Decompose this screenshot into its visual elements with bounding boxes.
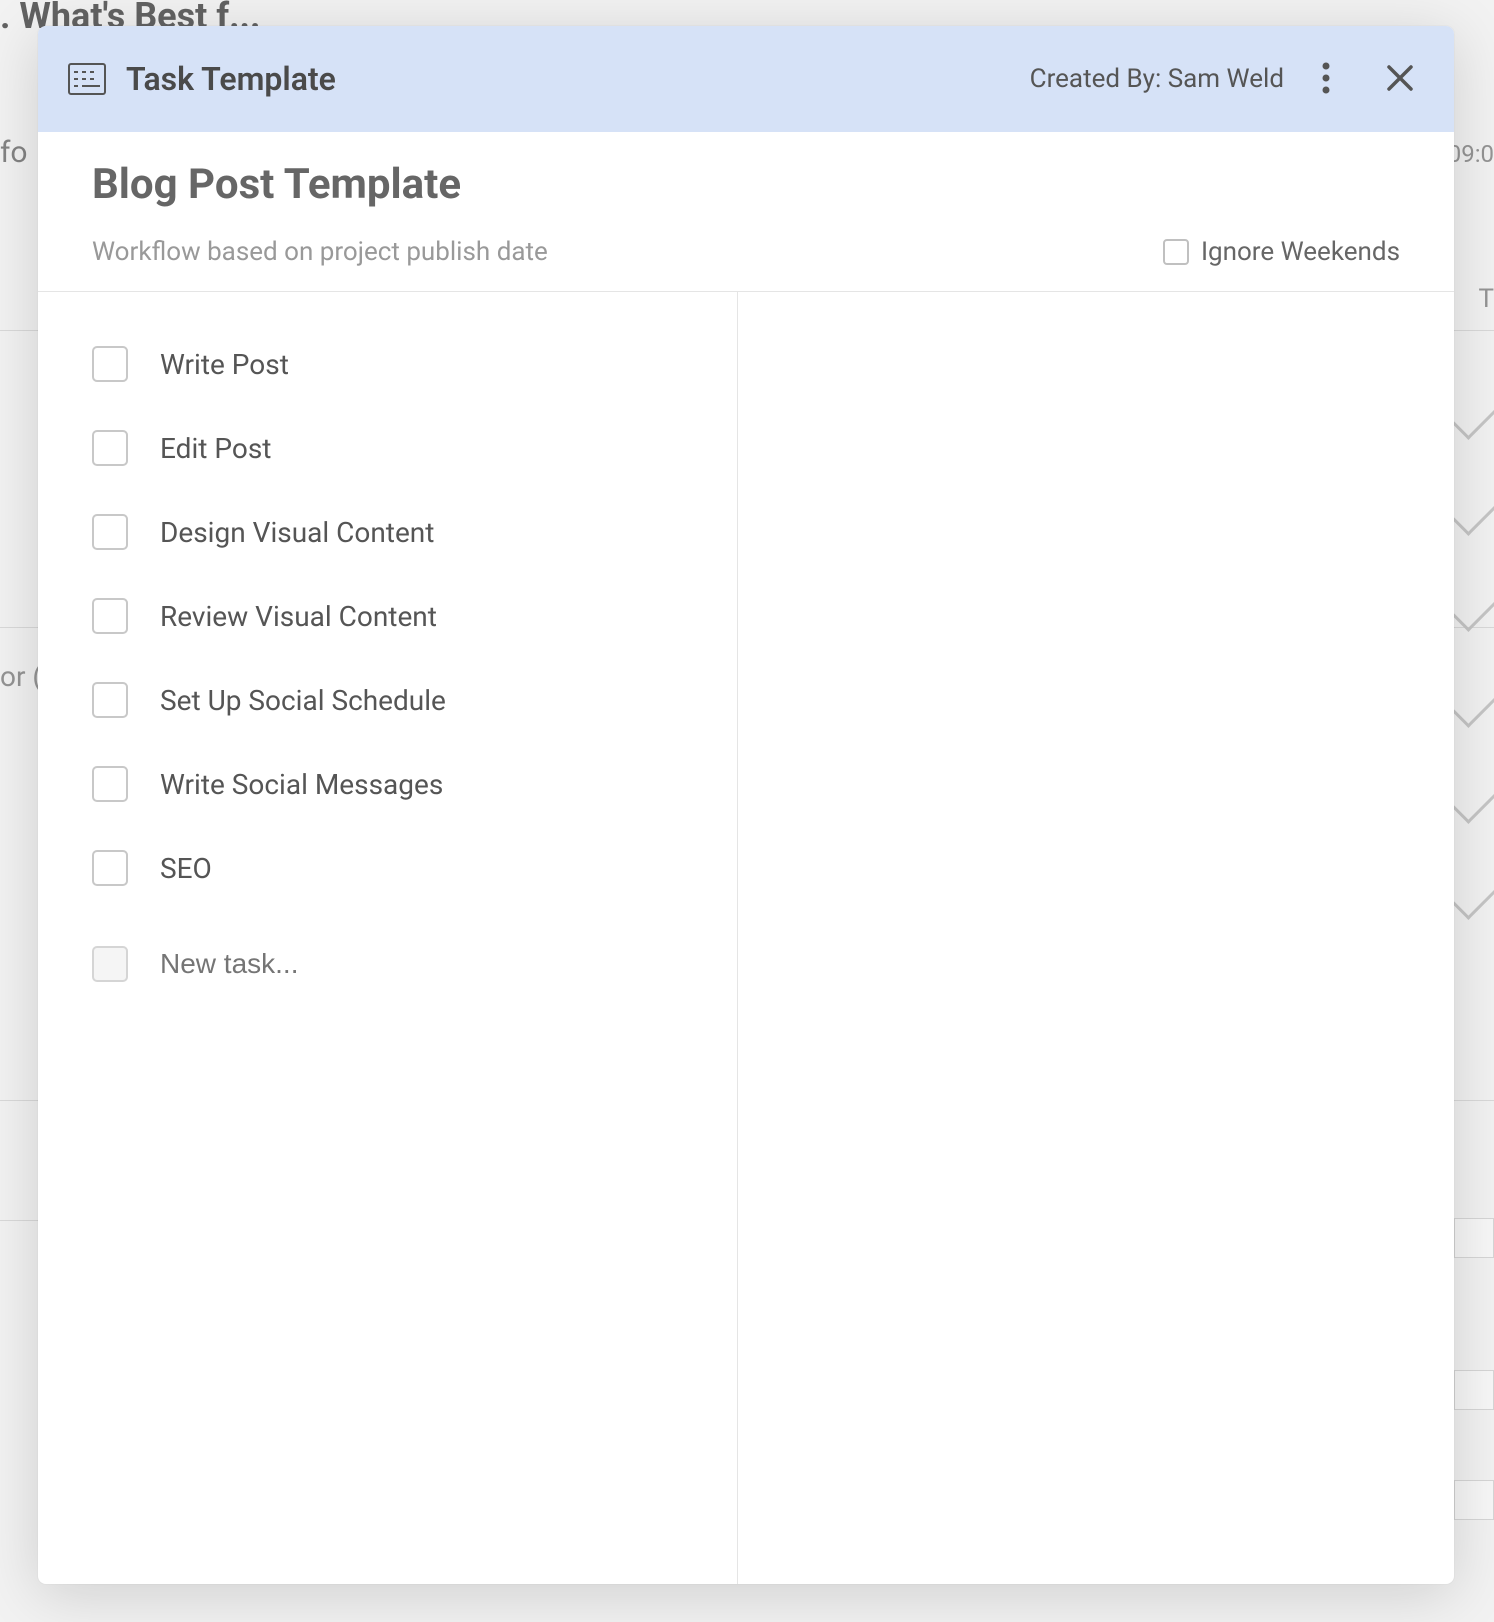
task-item[interactable]: Set Up Social Schedule bbox=[92, 658, 683, 742]
task-list: Write Post Edit Post Design Visual Conte… bbox=[38, 292, 738, 1584]
task-label: SEO bbox=[160, 852, 212, 885]
task-checkbox[interactable] bbox=[92, 346, 128, 382]
new-task-checkbox bbox=[92, 946, 128, 982]
task-item[interactable]: SEO bbox=[92, 826, 683, 910]
more-options-button[interactable] bbox=[1314, 54, 1338, 105]
task-label: Write Post bbox=[160, 348, 289, 381]
close-button[interactable] bbox=[1378, 56, 1422, 103]
template-name: Blog Post Template bbox=[92, 160, 1400, 209]
task-label: Review Visual Content bbox=[160, 600, 437, 633]
task-checkbox[interactable] bbox=[92, 430, 128, 466]
task-checkbox[interactable] bbox=[92, 598, 128, 634]
task-checkbox[interactable] bbox=[92, 766, 128, 802]
ignore-weekends-checkbox[interactable] bbox=[1163, 239, 1189, 265]
new-task-row[interactable] bbox=[92, 910, 683, 1006]
task-item[interactable]: Design Visual Content bbox=[92, 490, 683, 574]
task-label: Edit Post bbox=[160, 432, 271, 465]
new-task-input[interactable] bbox=[160, 948, 683, 980]
task-item[interactable]: Edit Post bbox=[92, 406, 683, 490]
task-checkbox[interactable] bbox=[92, 514, 128, 550]
task-label: Write Social Messages bbox=[160, 768, 443, 801]
ignore-weekends-label: Ignore Weekends bbox=[1201, 237, 1400, 267]
workflow-description: Workflow based on project publish date bbox=[92, 237, 548, 267]
more-vertical-icon bbox=[1322, 62, 1330, 97]
task-checkbox[interactable] bbox=[92, 682, 128, 718]
task-item[interactable]: Write Post bbox=[92, 322, 683, 406]
template-icon bbox=[68, 63, 106, 95]
modal-header: Task Template Created By: Sam Weld bbox=[38, 26, 1454, 132]
task-detail-panel bbox=[738, 292, 1454, 1584]
modal-body: Write Post Edit Post Design Visual Conte… bbox=[38, 292, 1454, 1584]
modal-subheader: Blog Post Template Workflow based on pro… bbox=[38, 132, 1454, 292]
ignore-weekends-toggle[interactable]: Ignore Weekends bbox=[1163, 237, 1400, 267]
modal-title: Task Template bbox=[126, 60, 1030, 98]
created-by-label: Created By: Sam Weld bbox=[1030, 64, 1284, 94]
task-item[interactable]: Review Visual Content bbox=[92, 574, 683, 658]
task-label: Design Visual Content bbox=[160, 516, 434, 549]
task-template-modal: Task Template Created By: Sam Weld bbox=[38, 26, 1454, 1584]
task-item[interactable]: Write Social Messages bbox=[92, 742, 683, 826]
task-checkbox[interactable] bbox=[92, 850, 128, 886]
close-icon bbox=[1386, 64, 1414, 95]
task-label: Set Up Social Schedule bbox=[160, 684, 446, 717]
